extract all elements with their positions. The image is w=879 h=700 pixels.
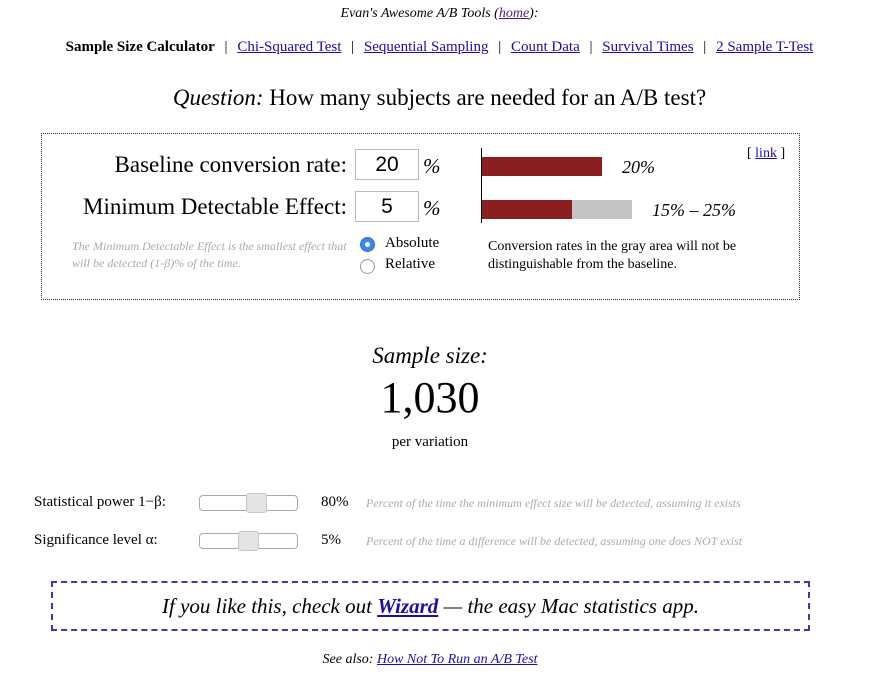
tools-nav: Sample Size Calculator | Chi-Squared Tes… xyxy=(0,39,879,56)
see-also-link[interactable]: How Not To Run an A/B Test xyxy=(377,652,538,667)
relative-radio-label[interactable]: Relative xyxy=(385,256,435,273)
power-label: Statistical power 1−β: xyxy=(34,494,166,510)
nav-link-chi-squared[interactable]: Chi-Squared Test xyxy=(237,39,341,55)
nav-link-two-sample-t-test[interactable]: 2 Sample T-Test xyxy=(716,39,813,55)
absolute-radio[interactable] xyxy=(360,237,375,252)
significance-slider[interactable] xyxy=(199,531,298,551)
baseline-bar-label: 20% xyxy=(622,157,655,177)
wizard-promo: If you like this, check out Wizard — the… xyxy=(51,581,810,631)
home-link[interactable]: home xyxy=(499,6,529,21)
baseline-input[interactable]: 20 xyxy=(355,149,419,180)
lower-bound-bar xyxy=(482,200,572,219)
question-label: Question: xyxy=(172,85,264,110)
range-bar-label: 15% – 25% xyxy=(652,200,736,220)
promo-suffix: — the easy Mac statistics app. xyxy=(443,594,699,618)
significance-value: 5% xyxy=(321,532,341,548)
link-bracket-open: [ xyxy=(747,146,752,161)
permalink-link[interactable]: link xyxy=(755,146,777,161)
sample-size-unit: per variation xyxy=(391,434,469,450)
permalink: [ link ] xyxy=(747,146,785,162)
mde-note: The Minimum Detectable Effect is the sma… xyxy=(72,239,347,270)
calculator-panel: Baseline conversion rate: 20 % Minimum D… xyxy=(41,133,800,300)
site-title-suffix: ): xyxy=(529,6,539,21)
sample-size-label: Sample size: xyxy=(372,343,488,368)
link-bracket-close: ] xyxy=(780,146,786,161)
mde-percent-sign: % xyxy=(423,196,441,220)
site-title: Evan's Awesome A/B Tools (home): xyxy=(0,6,879,22)
baseline-rate-bar xyxy=(482,157,602,176)
significance-description: Percent of the time a difference will be… xyxy=(366,534,743,548)
power-description: Percent of the time the minimum effect s… xyxy=(366,496,741,510)
absolute-radio-label[interactable]: Absolute xyxy=(385,235,439,252)
power-value: 80% xyxy=(321,494,349,510)
nav-link-count-data[interactable]: Count Data xyxy=(511,39,580,55)
page-question: Question: How many subjects are needed f… xyxy=(0,85,879,111)
nav-separator: | xyxy=(351,39,355,55)
nav-separator: | xyxy=(498,39,502,55)
see-also: See also: How Not To Run an A/B Test xyxy=(0,652,860,668)
mde-label: Minimum Detectable Effect: xyxy=(83,194,347,219)
significance-label: Significance level α: xyxy=(34,532,158,548)
baseline-percent-sign: % xyxy=(423,154,441,178)
wizard-link[interactable]: Wizard xyxy=(377,594,438,618)
nav-current-sample-size: Sample Size Calculator xyxy=(65,39,215,55)
see-also-prefix: See also: xyxy=(322,652,374,667)
baseline-label: Baseline conversion rate: xyxy=(114,152,347,177)
question-text: How many subjects are needed for an A/B … xyxy=(269,85,707,110)
power-slider[interactable] xyxy=(199,493,298,513)
sample-size-value: 1,030 xyxy=(380,373,480,422)
mde-input[interactable]: 5 xyxy=(355,191,419,222)
power-slider-thumb[interactable] xyxy=(245,493,267,513)
relative-radio[interactable] xyxy=(360,259,375,274)
nav-link-survival-times[interactable]: Survival Times xyxy=(602,39,693,55)
nav-separator: | xyxy=(589,39,593,55)
gray-area-explanation: Conversion rates in the gray area will n… xyxy=(488,239,737,272)
nav-link-sequential-sampling[interactable]: Sequential Sampling xyxy=(364,39,489,55)
nav-separator: | xyxy=(703,39,707,55)
significance-slider-thumb[interactable] xyxy=(238,531,259,551)
site-title-prefix: Evan's Awesome A/B Tools ( xyxy=(340,6,499,21)
promo-prefix: If you like this, check out xyxy=(162,594,372,618)
nav-separator: | xyxy=(224,39,228,55)
